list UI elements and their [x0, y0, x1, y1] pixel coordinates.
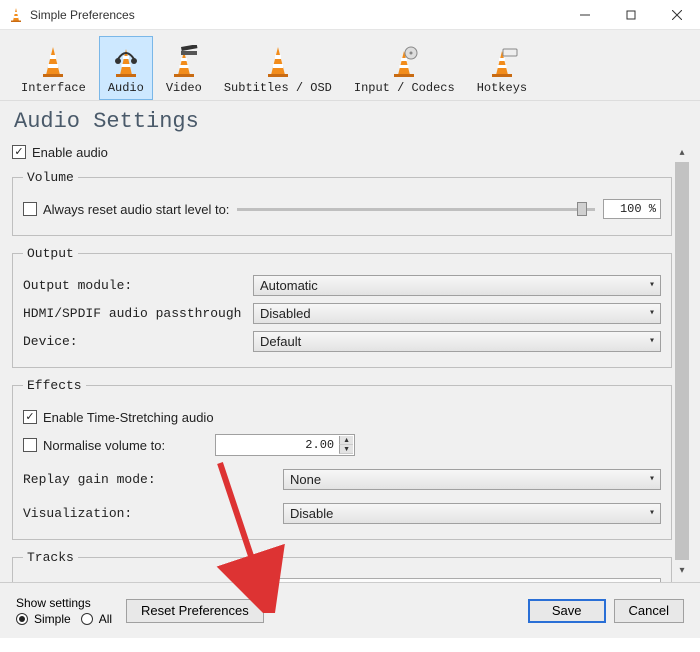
passthrough-label: HDMI/SPDIF audio passthrough: [23, 306, 253, 321]
tab-label: Interface: [21, 81, 86, 95]
show-settings-group: Show settings Simple All: [16, 596, 112, 626]
show-settings-label: Show settings: [16, 596, 112, 610]
normalise-spinbox[interactable]: 2.00 ▲▼: [215, 434, 355, 456]
timestretch-checkbox[interactable]: [23, 410, 37, 424]
tracks-legend: Tracks: [23, 550, 78, 565]
cone-icon: [35, 43, 71, 79]
passthrough-select[interactable]: Disabled: [253, 303, 661, 324]
window-title: Simple Preferences: [30, 8, 135, 22]
content-area: Enable audio Volume Always reset audio s…: [0, 140, 700, 582]
minimize-button[interactable]: [562, 0, 608, 30]
tab-label: Video: [166, 81, 202, 95]
normalise-label: Normalise volume to:: [43, 438, 165, 453]
maximize-button[interactable]: [608, 0, 654, 30]
start-level-value: 100 %: [603, 199, 661, 219]
output-module-label: Output module:: [23, 278, 253, 293]
visualization-select[interactable]: Disable: [283, 503, 661, 524]
timestretch-label: Enable Time-Stretching audio: [43, 410, 214, 425]
cone-icon: [260, 43, 296, 79]
tab-interface[interactable]: Interface: [12, 36, 95, 100]
close-button[interactable]: [654, 0, 700, 30]
reset-level-label: Always reset audio start level to:: [43, 202, 229, 217]
page-title: Audio Settings: [0, 101, 700, 140]
headphones-cone-icon: [108, 43, 144, 79]
vertical-scrollbar[interactable]: ▴ ▾: [674, 144, 690, 578]
tab-label: Input / Codecs: [354, 81, 455, 95]
tracks-group: Tracks Preferred audio language:: [12, 550, 672, 582]
scroll-thumb[interactable]: [675, 162, 689, 560]
output-module-select[interactable]: Automatic: [253, 275, 661, 296]
enable-audio-row: Enable audio: [12, 140, 672, 164]
tab-label: Audio: [108, 81, 144, 95]
clapper-cone-icon: [166, 43, 202, 79]
tab-input-codecs[interactable]: Input / Codecs: [345, 36, 464, 100]
reset-level-checkbox[interactable]: [23, 202, 37, 216]
spin-down-icon[interactable]: ▼: [339, 445, 353, 454]
tab-subtitles[interactable]: Subtitles / OSD: [215, 36, 341, 100]
visualization-label: Visualization:: [23, 506, 283, 521]
spin-up-icon[interactable]: ▲: [339, 436, 353, 445]
radio-all[interactable]: [81, 613, 93, 625]
enable-audio-label: Enable audio: [32, 145, 108, 160]
scroll-up-icon[interactable]: ▴: [674, 144, 690, 160]
vlc-icon: [8, 7, 24, 23]
volume-group: Volume Always reset audio start level to…: [12, 170, 672, 236]
titlebar: Simple Preferences: [0, 0, 700, 30]
effects-legend: Effects: [23, 378, 86, 393]
radio-simple-label: Simple: [34, 612, 71, 626]
output-group: Output Output module: Automatic HDMI/SPD…: [12, 246, 672, 368]
effects-group: Effects Enable Time-Stretching audio Nor…: [12, 378, 672, 540]
tab-label: Subtitles / OSD: [224, 81, 332, 95]
normalise-checkbox[interactable]: [23, 438, 37, 452]
start-level-slider[interactable]: [237, 199, 595, 219]
device-label: Device:: [23, 334, 253, 349]
replay-gain-select[interactable]: None: [283, 469, 661, 490]
tab-video[interactable]: Video: [157, 36, 211, 100]
reset-preferences-button[interactable]: Reset Preferences: [126, 599, 264, 623]
footer: Show settings Simple All Reset Preferenc…: [0, 582, 700, 638]
radio-all-label: All: [99, 612, 112, 626]
tab-label: Hotkeys: [477, 81, 527, 95]
disc-cone-icon: [386, 43, 422, 79]
save-button[interactable]: Save: [528, 599, 606, 623]
tab-hotkeys[interactable]: Hotkeys: [468, 36, 536, 100]
output-legend: Output: [23, 246, 78, 261]
enable-audio-checkbox[interactable]: [12, 145, 26, 159]
cancel-button[interactable]: Cancel: [614, 599, 684, 623]
device-select[interactable]: Default: [253, 331, 661, 352]
tab-audio[interactable]: Audio: [99, 36, 153, 100]
category-tabs: Interface Audio Video Subtitles / OSD In…: [0, 30, 700, 101]
scroll-down-icon[interactable]: ▾: [674, 562, 690, 578]
radio-simple[interactable]: [16, 613, 28, 625]
volume-legend: Volume: [23, 170, 78, 185]
keyboard-cone-icon: [484, 43, 520, 79]
replay-gain-label: Replay gain mode:: [23, 472, 283, 487]
